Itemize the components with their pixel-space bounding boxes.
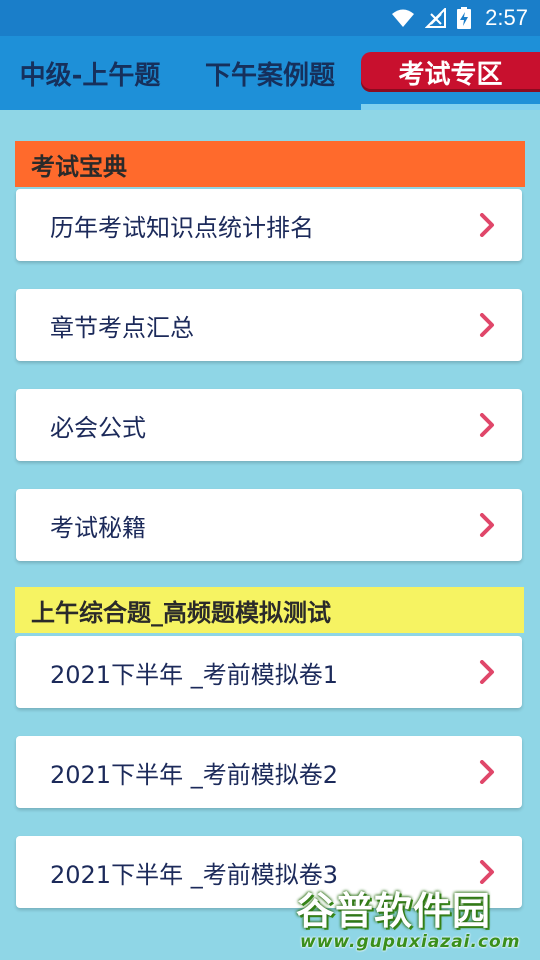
chevron-right-icon xyxy=(480,660,494,684)
battery-charging-icon xyxy=(457,7,472,29)
tab-label: 中级-上午题 xyxy=(19,60,161,91)
list-item-label: 2021下半年 _考前模拟卷1 xyxy=(50,660,338,689)
tab-label: 下午案例题 xyxy=(204,60,335,91)
status-bar: 2:57 xyxy=(0,0,540,36)
tab-exam-zone[interactable]: 考试专区 xyxy=(361,36,540,110)
chevron-right-icon xyxy=(480,213,494,237)
no-signal-icon xyxy=(425,8,447,28)
list-item[interactable]: 章节考点汇总 xyxy=(16,289,522,361)
tab-label: 考试专区 xyxy=(398,59,503,90)
tab-afternoon-cases[interactable]: 下午案例题 xyxy=(180,36,360,110)
chevron-right-icon xyxy=(480,760,494,784)
status-time: 2:57 xyxy=(485,5,528,30)
chevron-right-icon xyxy=(480,413,494,437)
list-item[interactable]: 2021下半年 _考前模拟卷2 xyxy=(16,736,522,808)
list-item-label: 2021下半年 _考前模拟卷2 xyxy=(50,760,338,789)
section-header-mock-tests: 上午综合题_高频题模拟测试 xyxy=(15,587,524,633)
tab-morning-questions[interactable]: 中级-上午题 xyxy=(0,36,180,110)
list-item[interactable]: 历年考试知识点统计排名 xyxy=(16,189,522,261)
tab-bar: 中级-上午题 下午案例题 考试专区 xyxy=(0,36,540,110)
list-item-label: 考试秘籍 xyxy=(50,513,146,542)
list-item-label: 历年考试知识点统计排名 xyxy=(50,213,314,242)
tab-indicator xyxy=(361,104,540,110)
list-item[interactable]: 必会公式 xyxy=(16,389,522,461)
list-item-label: 章节考点汇总 xyxy=(50,313,194,342)
chevron-right-icon xyxy=(480,513,494,537)
chevron-right-icon xyxy=(480,313,494,337)
list-item[interactable]: 2021下半年 _考前模拟卷1 xyxy=(16,636,522,708)
wifi-icon xyxy=(392,9,415,27)
section-header-exam-guide: 考试宝典 xyxy=(15,141,525,187)
status-icons: 2:57 xyxy=(391,0,528,36)
watermark: 谷普软件园 www.gupuxiazai.com xyxy=(294,878,540,960)
watermark-title: 谷普软件园 xyxy=(296,889,492,933)
list-item[interactable]: 考试秘籍 xyxy=(16,489,522,561)
list-item-label: 必会公式 xyxy=(50,413,146,442)
watermark-url: www.gupuxiazai.com xyxy=(300,932,521,952)
